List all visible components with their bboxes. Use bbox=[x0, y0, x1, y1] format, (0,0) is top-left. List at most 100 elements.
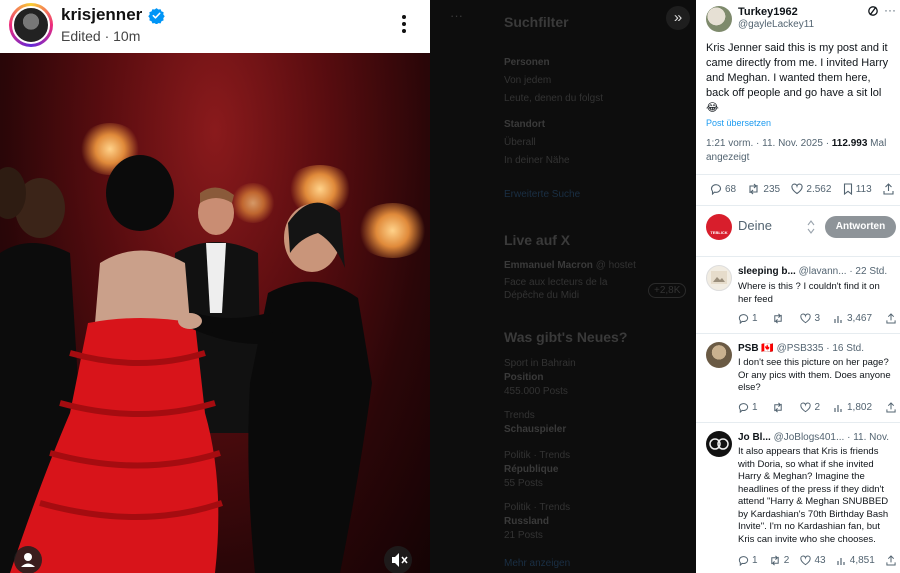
search-sidebar: ··· » Suchfilter Personen Von jedem Leut… bbox=[430, 0, 696, 573]
comment-text: I don't see this picture on her page? Or… bbox=[738, 357, 891, 393]
post-timestamp: 1:21 vorm. · 11. Nov. 2025 · 112.993 Mal… bbox=[706, 138, 887, 163]
reply-icon bbox=[738, 556, 749, 566]
expand-icon[interactable]: » bbox=[666, 6, 690, 30]
instagram-post: krisjenner Edited · 10m bbox=[0, 0, 430, 573]
bookmark-action[interactable]: 113 bbox=[843, 183, 872, 195]
comment-text: It also appears that Kris is friends wit… bbox=[738, 446, 889, 545]
comment-actions: 1 2 1,802 bbox=[738, 402, 896, 413]
view-count: 112.993 bbox=[831, 138, 868, 149]
comment-author[interactable]: sleeping b... bbox=[738, 266, 796, 277]
near-you-option[interactable]: In deiner Nähe bbox=[504, 155, 570, 166]
post-author-name[interactable]: Turkey1962 bbox=[738, 6, 798, 18]
comment-author[interactable]: PSB 🇨🇦 bbox=[738, 343, 774, 354]
reply-count: 68 bbox=[725, 183, 737, 195]
reply-input[interactable]: Deine bbox=[738, 218, 772, 233]
profile-avatar[interactable] bbox=[9, 3, 53, 47]
views-action[interactable]: 4,851 bbox=[837, 555, 875, 566]
divider bbox=[696, 256, 900, 257]
post-photo[interactable] bbox=[0, 53, 430, 573]
like-action[interactable]: 43 bbox=[800, 555, 826, 566]
verified-badge-icon bbox=[148, 7, 165, 24]
comment-avatar[interactable] bbox=[706, 431, 732, 457]
my-avatar[interactable]: TEBLICK bbox=[706, 214, 732, 240]
repost-action[interactable] bbox=[772, 313, 787, 324]
comment-avatar[interactable] bbox=[706, 342, 732, 368]
trend-count: 55 Posts bbox=[504, 478, 543, 489]
reply-icon bbox=[738, 403, 749, 413]
comment-text: Where is this ? I couldn't find it on he… bbox=[738, 281, 880, 305]
reply-action[interactable]: 68 bbox=[710, 183, 736, 195]
views-icon bbox=[834, 404, 842, 412]
trend-name[interactable]: Russland bbox=[504, 516, 549, 527]
repost-icon bbox=[749, 183, 758, 195]
repost-action[interactable]: 235 bbox=[747, 183, 780, 195]
advanced-search-link[interactable]: Erweiterte Suche bbox=[504, 189, 580, 200]
share-icon[interactable] bbox=[886, 313, 896, 324]
trend-name[interactable]: Schauspieler bbox=[504, 424, 566, 435]
repost-action[interactable] bbox=[772, 402, 787, 413]
repost-icon bbox=[771, 555, 779, 566]
repost-action[interactable]: 2 bbox=[769, 555, 789, 566]
divider bbox=[696, 174, 900, 175]
comment-header: sleeping b... @lavann... · 22 Std. bbox=[738, 266, 888, 277]
trend-name[interactable]: République bbox=[504, 464, 558, 475]
comment-header: PSB 🇨🇦 @PSB335 · 16 Std. bbox=[738, 343, 865, 354]
repost-icon bbox=[773, 402, 782, 413]
trend-count: 21 Posts bbox=[504, 530, 543, 541]
post-more-icon[interactable]: ··· bbox=[884, 3, 896, 17]
views-action[interactable]: 1,802 bbox=[834, 402, 872, 413]
reply-action[interactable]: 1 bbox=[738, 555, 758, 566]
search-filter-heading: Suchfilter bbox=[504, 14, 569, 30]
from-anyone-option[interactable]: Von jedem bbox=[504, 75, 551, 86]
views-icon bbox=[837, 557, 845, 565]
x-thread-panel: Turkey1962 @gayleLackey11 ··· Kris Jenne… bbox=[696, 0, 900, 573]
post-author-avatar[interactable] bbox=[706, 6, 732, 32]
share-icon[interactable] bbox=[886, 555, 896, 566]
photo-people bbox=[0, 155, 372, 573]
trend-name[interactable]: Position bbox=[504, 372, 543, 383]
reply-icon bbox=[738, 314, 749, 324]
like-action[interactable]: 3 bbox=[800, 313, 820, 324]
show-more-link[interactable]: Mehr anzeigen bbox=[504, 558, 570, 569]
like-action[interactable]: 2 bbox=[800, 402, 820, 413]
views-action[interactable]: 3,467 bbox=[834, 313, 872, 324]
heart-icon bbox=[791, 183, 803, 195]
user-row: krisjenner bbox=[61, 5, 165, 25]
divider bbox=[696, 422, 900, 423]
like-count: 2.562 bbox=[806, 183, 832, 195]
reply-action[interactable]: 1 bbox=[738, 402, 758, 413]
share-icon[interactable] bbox=[883, 183, 894, 195]
comment-author[interactable]: Jo Bl... bbox=[738, 432, 771, 443]
post-actions: 68 235 2.562 113 bbox=[710, 183, 894, 195]
post-text: Kris Jenner said this is my post and it … bbox=[706, 42, 889, 114]
comment-actions: 1 3 3,467 bbox=[738, 313, 896, 324]
anywhere-option[interactable]: Überall bbox=[504, 137, 536, 148]
grok-icon[interactable] bbox=[867, 5, 879, 17]
heart-icon bbox=[800, 402, 812, 413]
mute-icon[interactable] bbox=[384, 546, 412, 573]
translate-post-link[interactable]: Post übersetzen bbox=[706, 118, 771, 128]
live-user: Emmanuel Macron @ hostet bbox=[504, 260, 636, 271]
reply-action[interactable]: 1 bbox=[738, 313, 758, 324]
live-title-line1[interactable]: Face aux lecteurs de la bbox=[504, 277, 607, 288]
divider bbox=[696, 333, 900, 334]
username[interactable]: krisjenner bbox=[61, 5, 142, 25]
live-heading: Live auf X bbox=[504, 232, 571, 248]
people-you-follow-option[interactable]: Leute, denen du folgst bbox=[504, 93, 603, 104]
tagged-user-icon[interactable] bbox=[14, 546, 42, 573]
sidebar-more-icon: ··· bbox=[450, 8, 463, 23]
live-title-line2[interactable]: Dépêche du Midi bbox=[504, 290, 579, 301]
more-options-icon[interactable] bbox=[396, 12, 412, 38]
post-author-handle[interactable]: @gayleLackey11 bbox=[738, 19, 814, 30]
like-action[interactable]: 2.562 bbox=[791, 183, 831, 195]
trend-category: Trends bbox=[504, 410, 535, 421]
reply-button[interactable]: Antworten bbox=[825, 216, 896, 238]
repost-icon bbox=[773, 313, 782, 324]
heart-icon bbox=[800, 313, 812, 324]
trend-category: Sport in Bahrain bbox=[504, 358, 576, 369]
share-icon[interactable] bbox=[886, 402, 896, 413]
comment-avatar[interactable] bbox=[706, 265, 732, 291]
scroll-arrows-icon[interactable] bbox=[807, 219, 815, 235]
bookmark-count: 113 bbox=[855, 183, 872, 195]
trend-category: Politik · Trends bbox=[504, 502, 571, 513]
